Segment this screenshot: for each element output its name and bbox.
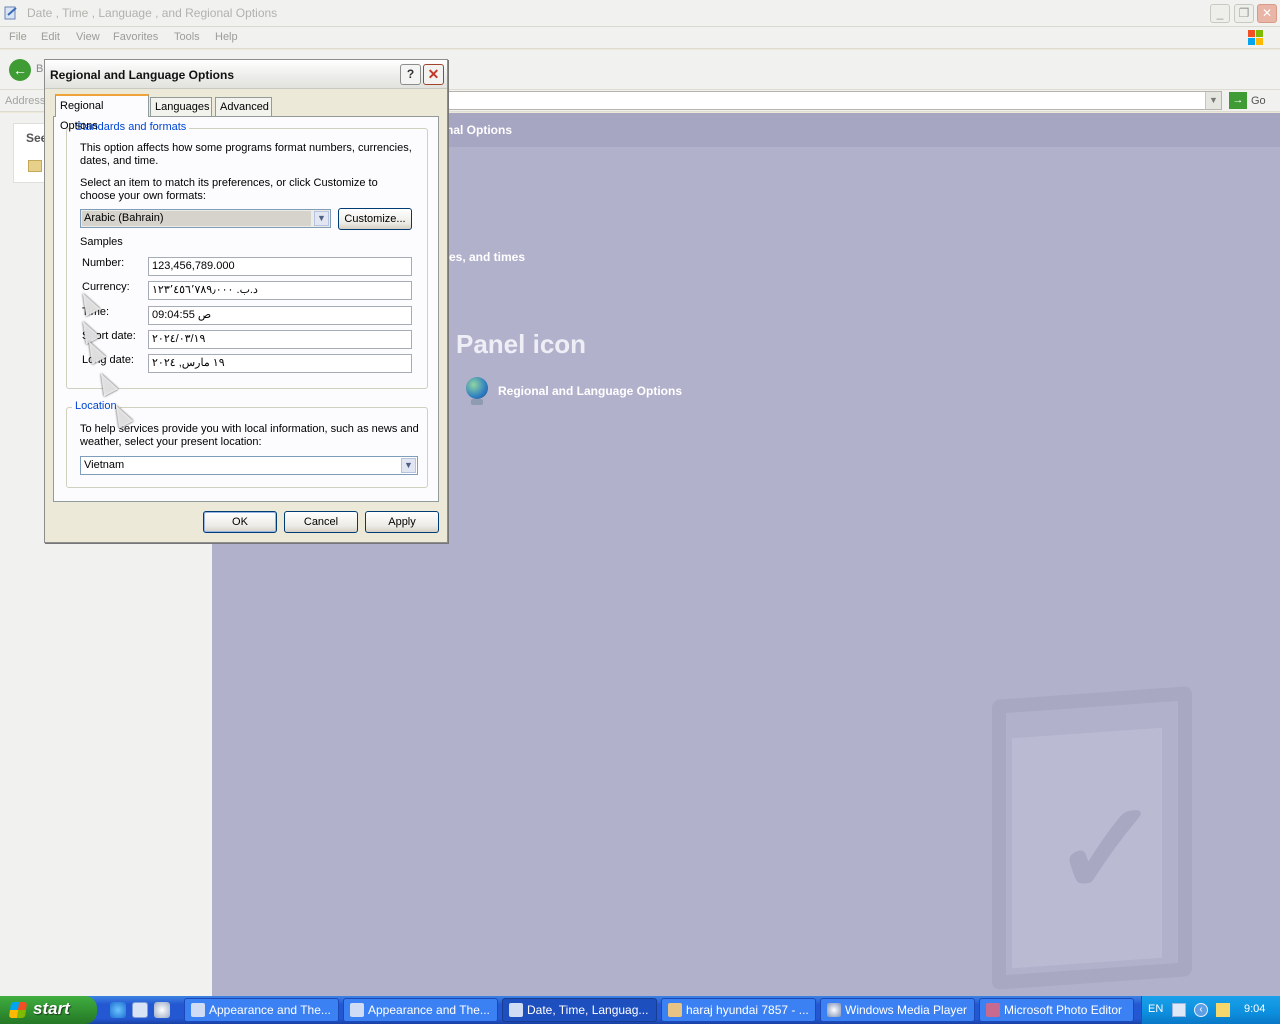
taskbar-item-photo-editor[interactable]: Microsoft Photo Editor — [979, 998, 1134, 1022]
minimize-button[interactable]: _ — [1210, 4, 1230, 23]
ok-button[interactable]: OK — [203, 511, 277, 533]
panel-heading: Panel icon — [456, 329, 587, 359]
apply-button[interactable]: Apply — [365, 511, 439, 533]
close-button[interactable]: ✕ — [1257, 4, 1277, 23]
control-panel-icon — [509, 1003, 523, 1017]
taskbar-item-label: Appearance and The... — [368, 1003, 490, 1017]
menu-edit[interactable]: Edit — [41, 31, 60, 43]
media-player-icon — [827, 1003, 841, 1017]
folder-icon[interactable] — [28, 160, 42, 172]
taskbar-item-appearance-1[interactable]: Appearance and The... — [184, 998, 339, 1022]
tab-regional-options[interactable]: Regional Options — [55, 94, 149, 132]
taskbar: start Appearance and The... Appearance a… — [0, 996, 1280, 1024]
taskbar-item-media-player[interactable]: Windows Media Player — [820, 998, 975, 1022]
sample-value-currency: د.ب.‏ ١٢٣٬٤٥٦٬٧٨٩٫٠٠٠ — [148, 281, 412, 300]
menu-tools[interactable]: Tools — [174, 31, 200, 43]
regional-dialog: Regional and Language Options ? ✕ Region… — [44, 59, 448, 543]
menu-help[interactable]: Help — [215, 31, 238, 43]
sample-value-time: 09:04:55 ص — [148, 306, 412, 325]
back-arrow-icon[interactable]: ← — [9, 59, 31, 81]
taskbar-item-label: Windows Media Player — [845, 1003, 968, 1017]
standards-description: This option affects how some programs fo… — [80, 142, 412, 167]
select-description: Select an item to match its preferences,… — [80, 177, 378, 202]
browser-icon — [668, 1003, 682, 1017]
windows-logo-icon — [1248, 30, 1263, 45]
address-input[interactable]: ▼ — [446, 91, 1222, 110]
chevron-down-icon[interactable]: ▼ — [314, 211, 329, 226]
taskbar-item-date-time[interactable]: Date, Time, Languag... — [502, 998, 657, 1022]
regional-options-pane: Standards and formats This option affect… — [53, 116, 439, 502]
location-description: To help services provide you with local … — [80, 423, 419, 448]
sample-value-long-date: ١٩ مارس, ٢٠٢٤ — [148, 354, 412, 373]
media-player-quicklaunch-icon[interactable] — [154, 1002, 170, 1018]
help-button[interactable]: ? — [400, 64, 421, 85]
sample-value-number: 123,456,789.000 — [148, 257, 412, 276]
show-desktop-icon[interactable] — [132, 1002, 148, 1018]
taskbar-item-appearance-2[interactable]: Appearance and The... — [343, 998, 498, 1022]
customize-button[interactable]: Customize... — [338, 208, 412, 230]
regional-options-link[interactable]: Regional and Language Options — [498, 384, 682, 398]
taskbar-item-haraj[interactable]: haraj hyundai 7857 - ... — [661, 998, 816, 1022]
menu-file[interactable]: File — [9, 31, 27, 43]
location-value: Vietnam — [84, 459, 125, 471]
taskbar-item-label: Appearance and The... — [209, 1003, 331, 1017]
sample-label-number: Number: — [82, 257, 125, 269]
keyboard-icon[interactable] — [1172, 1003, 1186, 1017]
go-arrow-icon[interactable]: → — [1229, 92, 1247, 109]
taskbar-item-label: haraj hyundai 7857 - ... — [686, 1003, 809, 1017]
dialog-title: Regional and Language Options — [50, 68, 235, 82]
control-panel-icon — [4, 6, 17, 20]
chevron-down-icon[interactable]: ▼ — [401, 458, 416, 473]
windows-logo-icon — [8, 1002, 28, 1018]
tab-advanced[interactable]: Advanced — [215, 97, 272, 117]
format-value: Arabic (Bahrain) — [84, 212, 164, 224]
window-title: Date , Time , Language , and Regional Op… — [27, 6, 278, 20]
chevron-down-icon[interactable]: ▼ — [1205, 92, 1221, 109]
task-link[interactable]: tes, and times — [445, 250, 525, 264]
taskbar-item-label: Microsoft Photo Editor — [1004, 1003, 1123, 1017]
photo-editor-icon — [986, 1003, 1000, 1017]
back-label[interactable]: B — [36, 63, 43, 75]
location-select[interactable]: Vietnam ▼ — [80, 456, 418, 475]
watermark-check-icon: ✓ — [1052, 776, 1161, 922]
samples-label: Samples — [80, 236, 123, 248]
address-label: Address — [5, 95, 46, 107]
globe-icon[interactable] — [466, 377, 488, 399]
chevron-left-icon[interactable]: ‹ — [1194, 1003, 1208, 1017]
format-select[interactable]: Arabic (Bahrain) ▼ — [80, 209, 331, 228]
restore-button[interactable]: ❐ — [1234, 4, 1254, 23]
internet-explorer-icon[interactable] — [110, 1002, 126, 1018]
menu-view[interactable]: View — [76, 31, 100, 43]
go-label[interactable]: Go — [1251, 95, 1266, 107]
volume-icon[interactable] — [1216, 1003, 1230, 1017]
control-panel-icon — [350, 1003, 364, 1017]
menu-bar: File Edit View Favorites Tools Help — [0, 27, 1280, 49]
sample-value-short-date: ٢٠٢٤/٠٣/١٩ — [148, 330, 412, 349]
globe-stand-icon — [471, 399, 483, 405]
taskbar-item-label: Date, Time, Languag... — [527, 1003, 649, 1017]
content-header-title: nal Options — [446, 123, 512, 137]
standards-group: Standards and formats This option affect… — [66, 121, 428, 389]
menu-favorites[interactable]: Favorites — [113, 31, 158, 43]
cancel-button[interactable]: Cancel — [284, 511, 358, 533]
start-button[interactable]: start — [0, 996, 97, 1024]
control-panel-icon — [191, 1003, 205, 1017]
clock: 9:04 — [1244, 1003, 1266, 1015]
start-label: start — [33, 999, 70, 1018]
dialog-title-bar: Regional and Language Options ? ✕ — [45, 60, 447, 89]
tab-languages[interactable]: Languages — [150, 97, 212, 117]
language-indicator[interactable]: EN — [1148, 1003, 1163, 1015]
system-tray: EN ‹ 9:04 — [1141, 996, 1280, 1024]
window-title-bar: Date , Time , Language , and Regional Op… — [0, 0, 1280, 27]
dialog-close-button[interactable]: ✕ — [423, 64, 444, 85]
